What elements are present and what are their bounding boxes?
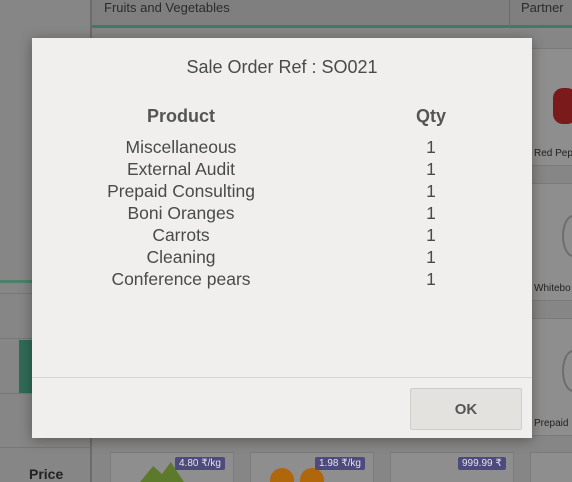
line-qty: 1 <box>426 269 436 289</box>
order-line: External Audit 1 <box>32 159 532 181</box>
line-qty: 1 <box>426 159 436 179</box>
order-line: Conference pears 1 <box>32 269 532 291</box>
breadcrumb-category[interactable]: Fruits and Vegetables <box>104 0 230 15</box>
line-product-name: Boni Oranges <box>127 203 235 223</box>
line-qty: 1 <box>426 137 436 157</box>
line-qty: 1 <box>426 203 436 223</box>
product-card[interactable] <box>530 452 572 482</box>
line-product-name: Miscellaneous <box>125 137 237 157</box>
price-tag: 1.98 ₹/kg <box>315 457 365 470</box>
price-tag: 4.80 ₹/kg <box>175 457 225 470</box>
line-qty: 1 <box>426 247 436 267</box>
price-tag: 999.99 ₹ <box>458 457 506 470</box>
order-line: Prepaid Consulting 1 <box>32 181 532 203</box>
column-header-qty: Qty <box>415 106 446 126</box>
dialog-footer-divider <box>32 377 532 378</box>
order-line: Cleaning 1 <box>32 247 532 269</box>
product-name: Red Pep <box>534 148 572 159</box>
breadcrumb-separator <box>509 0 510 26</box>
product-name: Prepaid <box>534 418 569 429</box>
order-line: Boni Oranges 1 <box>32 203 532 225</box>
line-product-name: Conference pears <box>111 269 251 289</box>
line-qty: 1 <box>426 225 436 245</box>
line-product-name: External Audit <box>127 159 235 179</box>
partner-button[interactable]: Partner <box>521 0 564 15</box>
column-header-product: Product <box>146 106 215 126</box>
order-lines-list: Miscellaneous 1 External Audit 1 Prepaid… <box>32 137 532 291</box>
line-product-name: Carrots <box>152 225 210 245</box>
order-line: Carrots 1 <box>32 225 532 247</box>
pepper-image <box>553 88 572 124</box>
line-product-name: Prepaid Consulting <box>107 181 255 201</box>
ok-button[interactable]: OK <box>410 388 522 430</box>
line-product-name: Cleaning <box>146 247 216 267</box>
order-pane-row <box>0 447 90 448</box>
sale-order-dialog: Sale Order Ref : SO021 Product Qty Misce… <box>32 38 532 438</box>
dialog-title: Sale Order Ref : SO021 <box>186 57 378 77</box>
product-name: Whitebo <box>534 283 571 294</box>
payment-button[interactable] <box>19 340 33 393</box>
line-qty: 1 <box>426 181 436 201</box>
order-line: Miscellaneous 1 <box>32 137 532 159</box>
price-button-label[interactable]: Price <box>29 466 63 482</box>
